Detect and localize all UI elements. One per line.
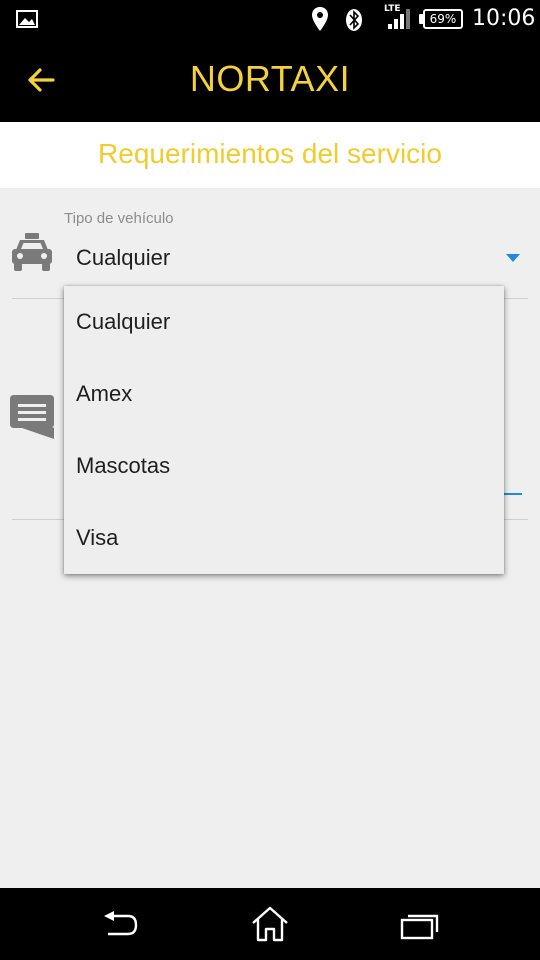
screen: LTE 69% 10:06 NORTAXI Requerimientos del… bbox=[0, 0, 540, 960]
taxi-icon bbox=[12, 233, 52, 271]
status-bar: LTE 69% 10:06 bbox=[0, 0, 540, 38]
app-bar: NORTAXI bbox=[0, 38, 540, 122]
vehicle-type-select[interactable]: Cualquier bbox=[76, 245, 170, 271]
dropdown-option-visa[interactable]: Visa bbox=[64, 502, 504, 574]
location-icon bbox=[312, 7, 328, 31]
comment-input-underline[interactable] bbox=[504, 493, 522, 495]
bluetooth-icon bbox=[346, 9, 362, 31]
status-time: 10:06 bbox=[472, 6, 536, 31]
dropdown-option-mascotas[interactable]: Mascotas bbox=[64, 430, 504, 502]
comment-icon bbox=[10, 395, 54, 439]
nav-back-icon[interactable] bbox=[100, 910, 140, 940]
signal-icon bbox=[388, 9, 410, 29]
battery-icon: 69% bbox=[423, 9, 463, 29]
chevron-down-icon[interactable] bbox=[506, 254, 520, 262]
nav-home-icon[interactable] bbox=[250, 906, 290, 942]
nav-recent-apps-icon[interactable] bbox=[400, 912, 440, 940]
dropdown-option-amex[interactable]: Amex bbox=[64, 358, 504, 430]
picture-icon bbox=[16, 10, 38, 28]
vehicle-type-label: Tipo de vehículo bbox=[64, 210, 174, 227]
navigation-bar bbox=[0, 888, 540, 960]
dropdown-option-cualquier[interactable]: Cualquier bbox=[64, 286, 504, 358]
section-header: Requerimientos del servicio bbox=[0, 122, 540, 188]
vehicle-type-dropdown: Cualquier Amex Mascotas Visa bbox=[64, 286, 504, 574]
section-title: Requerimientos del servicio bbox=[98, 138, 442, 169]
app-title: NORTAXI bbox=[189, 58, 351, 99]
